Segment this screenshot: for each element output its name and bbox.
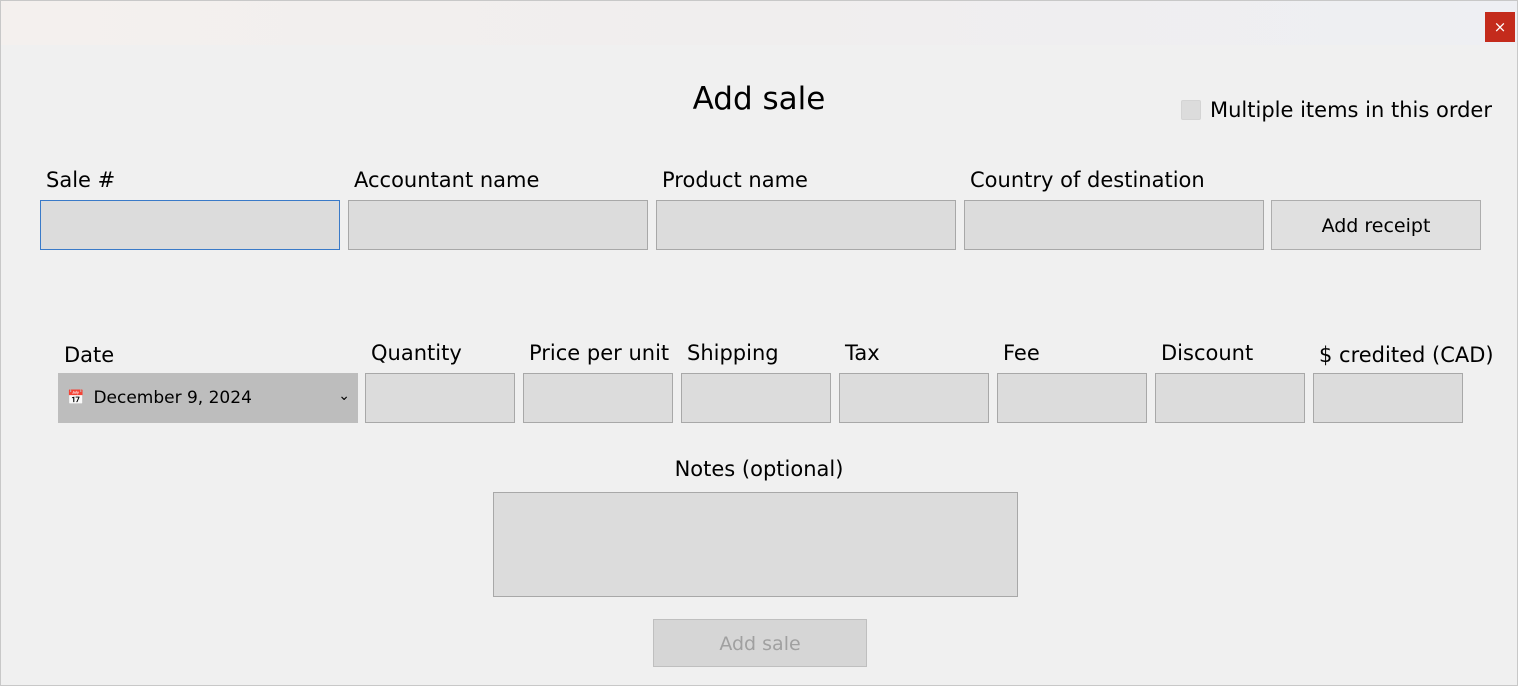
add-sale-dialog: × Add sale Multiple items in this order … bbox=[0, 0, 1518, 686]
notes-textarea[interactable] bbox=[493, 492, 1018, 597]
product-name-label: Product name bbox=[662, 168, 808, 192]
close-button[interactable]: × bbox=[1485, 12, 1515, 42]
tax-label: Tax bbox=[845, 341, 880, 365]
multiple-items-label: Multiple items in this order bbox=[1210, 98, 1492, 122]
multiple-items-checkbox[interactable] bbox=[1181, 100, 1201, 120]
shipping-label: Shipping bbox=[687, 341, 779, 365]
price-per-unit-label: Price per unit bbox=[529, 341, 670, 365]
accountant-name-input[interactable] bbox=[348, 200, 648, 250]
tax-input[interactable] bbox=[839, 373, 989, 423]
date-label: Date bbox=[64, 343, 115, 367]
price-per-unit-input[interactable] bbox=[523, 373, 673, 423]
shipping-input[interactable] bbox=[681, 373, 831, 423]
date-value: December 9, 2024 bbox=[93, 388, 252, 408]
country-of-destination-input[interactable] bbox=[964, 200, 1264, 250]
quantity-input[interactable] bbox=[365, 373, 515, 423]
notes-label: Notes (optional) bbox=[674, 457, 844, 481]
chevron-down-icon: ⌄ bbox=[338, 388, 350, 404]
quantity-label: Quantity bbox=[371, 341, 462, 365]
sale-number-input[interactable] bbox=[40, 200, 340, 250]
accountant-name-label: Accountant name bbox=[354, 168, 540, 192]
discount-input[interactable] bbox=[1155, 373, 1305, 423]
product-name-input[interactable] bbox=[656, 200, 956, 250]
sale-number-label: Sale # bbox=[46, 168, 116, 192]
date-picker[interactable]: 📅 December 9, 2024 ⌄ bbox=[58, 373, 358, 423]
close-icon: × bbox=[1493, 18, 1507, 36]
fee-label: Fee bbox=[1003, 341, 1040, 365]
multiple-items-toggle[interactable]: Multiple items in this order bbox=[1181, 97, 1492, 123]
credited-cad-label: $ credited (CAD) bbox=[1319, 343, 1494, 367]
title-bar bbox=[1, 1, 1517, 45]
add-sale-button[interactable]: Add sale bbox=[653, 619, 867, 667]
discount-label: Discount bbox=[1161, 341, 1254, 365]
calendar-icon: 📅 bbox=[67, 390, 85, 406]
fee-input[interactable] bbox=[997, 373, 1147, 423]
add-receipt-button[interactable]: Add receipt bbox=[1271, 200, 1481, 250]
credited-cad-input[interactable] bbox=[1313, 373, 1463, 423]
country-of-destination-label: Country of destination bbox=[970, 168, 1205, 192]
